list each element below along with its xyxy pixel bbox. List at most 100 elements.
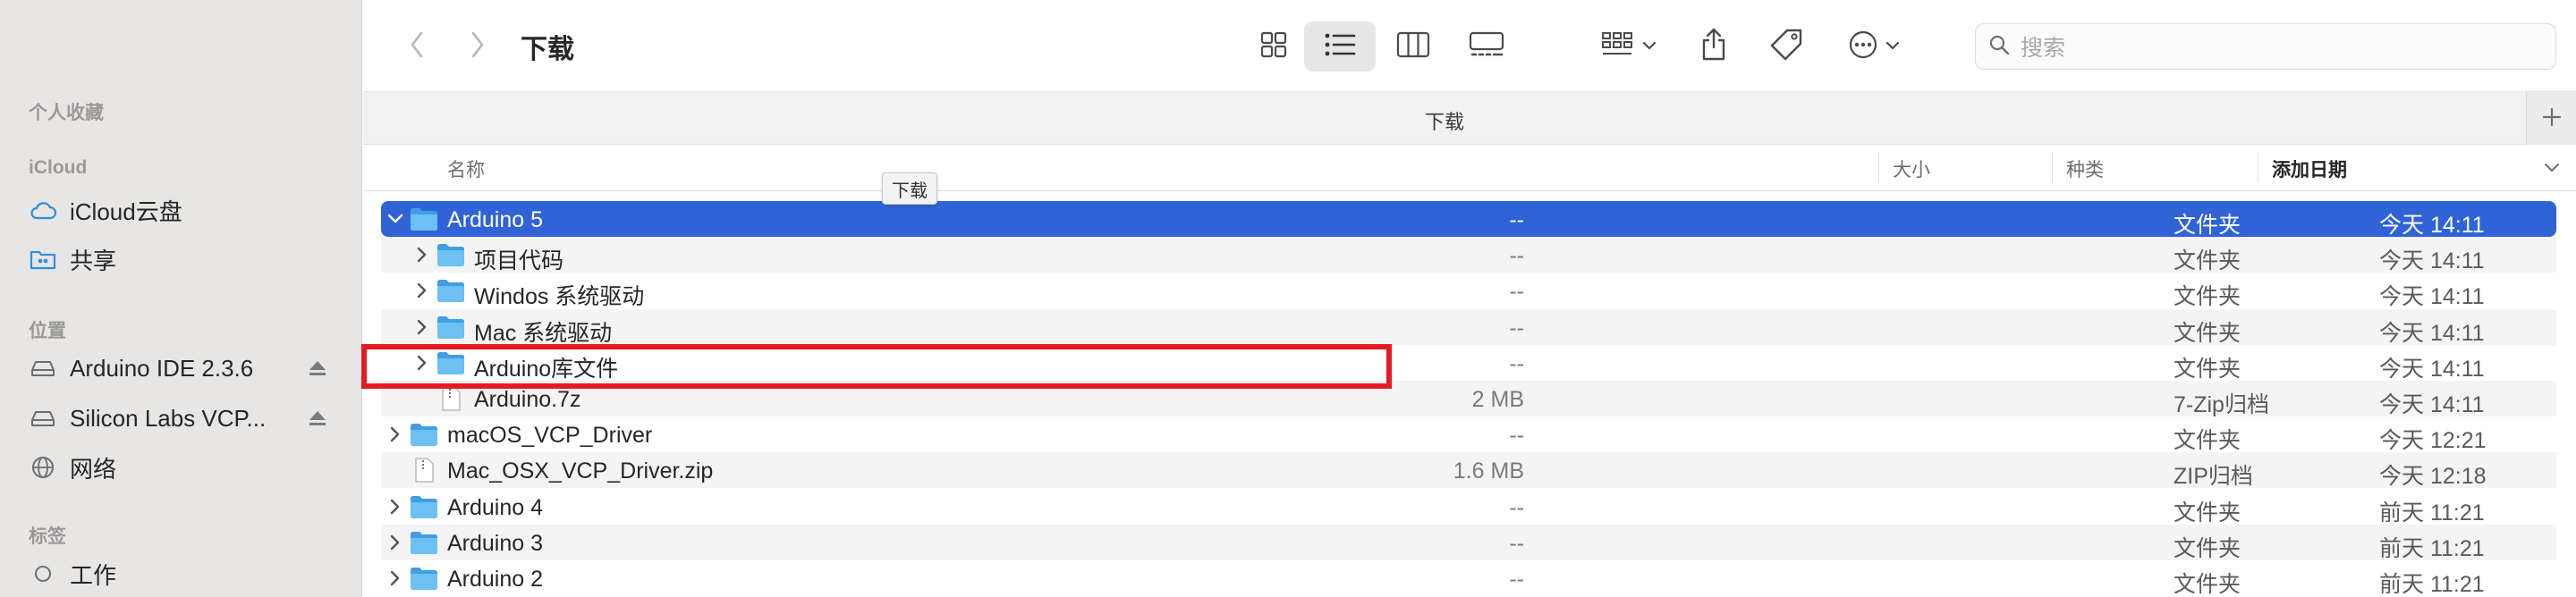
columns-icon <box>1396 31 1430 63</box>
tag-button[interactable] <box>1760 21 1812 71</box>
file-date-added: 今天 14:11 <box>2379 284 2485 309</box>
eject-icon[interactable] <box>306 406 329 431</box>
cloud-icon <box>27 194 59 226</box>
file-name: Arduino 5 <box>447 207 544 232</box>
disclosure-collapsed-icon[interactable] <box>411 280 433 301</box>
share-icon <box>1700 28 1727 66</box>
folder-icon <box>410 422 438 447</box>
sort-descending-icon[interactable] <box>2544 157 2560 179</box>
file-kind: 文件夹 <box>2174 572 2241 597</box>
file-date-added: 今天 14:11 <box>2379 357 2485 382</box>
column-divider[interactable] <box>2052 152 2053 182</box>
file-date-added: 今天 14:11 <box>2379 248 2485 273</box>
file-name: Mac 系统驱动 <box>474 321 613 346</box>
gallery-view-button[interactable] <box>1454 21 1519 71</box>
file-kind: 文件夹 <box>2174 321 2241 346</box>
chevron-left-icon <box>410 31 424 63</box>
more-actions-button[interactable] <box>1834 21 1914 71</box>
grid-icon <box>1259 30 1288 63</box>
file-size: 2 MB <box>1471 387 1524 412</box>
file-date-added: 今天 14:11 <box>2379 321 2485 346</box>
sidebar-item-tag-work[interactable]: 工作 <box>27 554 340 593</box>
column-divider[interactable] <box>1878 152 1879 182</box>
sidebar-item-shared[interactable]: 共享 <box>27 240 340 279</box>
file-row[interactable]: Arduino 3 -- 文件夹 前天 11:21 <box>381 525 2556 561</box>
file-row[interactable]: Arduino 4 -- 文件夹 前天 11:21 <box>381 489 2556 526</box>
disclosure-collapsed-icon[interactable] <box>385 532 406 553</box>
disclosure-collapsed-icon[interactable] <box>385 496 406 517</box>
disclosure-collapsed-icon[interactable] <box>411 244 433 265</box>
column-header-size[interactable]: 大小 <box>1893 156 1930 182</box>
chevron-down-icon <box>1642 38 1657 55</box>
back-button[interactable] <box>395 21 438 71</box>
file-date-added: 今天 14:11 <box>2379 392 2485 417</box>
column-header-date[interactable]: 添加日期 <box>2272 156 2347 182</box>
sidebar-item-icloud-drive[interactable]: iCloud云盘 <box>27 190 340 230</box>
sidebar-section-tags: 标签 <box>29 526 66 547</box>
file-kind: 文件夹 <box>2174 248 2241 273</box>
file-kind: 文件夹 <box>2174 536 2241 561</box>
drive-icon <box>27 352 59 384</box>
file-row[interactable]: Arduino 2 -- 文件夹 前天 11:21 <box>381 560 2556 597</box>
tag-icon <box>1769 28 1803 66</box>
column-view-button[interactable] <box>1383 21 1444 71</box>
group-by-button[interactable] <box>1590 21 1667 71</box>
tag-circle-icon <box>27 558 59 590</box>
sidebar-item-silicon-labs[interactable]: Silicon Labs VCP... <box>27 399 340 438</box>
column-header-name[interactable]: 名称 <box>447 156 485 182</box>
disclosure-collapsed-icon[interactable] <box>411 316 433 338</box>
file-name: Windos 系统驱动 <box>474 284 645 309</box>
folder-icon <box>436 315 465 340</box>
file-row[interactable]: Arduino 5 -- 文件夹 今天 14:11 <box>381 201 2556 238</box>
sidebar-section-locations: 位置 <box>29 321 66 341</box>
file-name: Arduino 2 <box>447 567 544 592</box>
sidebar-section-favorites: 个人收藏 <box>29 103 104 123</box>
sidebar-item-network[interactable]: 网络 <box>27 448 340 487</box>
disclosure-collapsed-icon[interactable] <box>385 424 406 445</box>
path-label[interactable]: 下载 <box>363 106 2526 135</box>
file-date-added: 前天 11:21 <box>2379 572 2485 597</box>
sidebar-item-label: 网络 <box>70 455 117 483</box>
chevron-down-icon <box>1885 38 1900 55</box>
toolbar: 下载 搜索 <box>363 0 2576 91</box>
folder-icon <box>410 566 438 591</box>
list-view-button[interactable] <box>1304 21 1376 71</box>
new-tab-button[interactable] <box>2526 92 2576 146</box>
forward-button[interactable] <box>456 21 499 71</box>
column-header-kind[interactable]: 种类 <box>2066 156 2104 182</box>
drive-icon <box>27 402 59 434</box>
file-row[interactable]: macOS_VCP_Driver -- 文件夹 今天 12:21 <box>381 416 2556 453</box>
file-row[interactable]: 项目代码 -- 文件夹 今天 14:11 <box>381 237 2556 273</box>
search-icon <box>1988 34 2010 60</box>
file-kind: 7-Zip归档 <box>2174 392 2269 417</box>
disclosure-expanded-icon[interactable] <box>385 208 406 230</box>
path-tooltip: 下载 <box>882 172 937 205</box>
sidebar-item-arduino-ide[interactable]: Arduino IDE 2.3.6 <box>27 349 340 388</box>
file-date-added: 今天 12:18 <box>2379 464 2487 489</box>
file-size: -- <box>1509 423 1524 448</box>
file-size: 1.6 MB <box>1453 458 1524 483</box>
file-size: -- <box>1509 279 1524 304</box>
eject-icon[interactable] <box>306 356 329 381</box>
search-field[interactable]: 搜索 <box>1975 23 2556 70</box>
icon-view-button[interactable] <box>1243 21 1304 71</box>
file-row[interactable]: Mac_OSX_VCP_Driver.zip 1.6 MB ZIP归档 今天 12:1… <box>381 452 2556 489</box>
group-grid-icon <box>1601 31 1635 63</box>
network-globe-icon <box>27 451 59 483</box>
annotation-highlight-box <box>361 344 1392 389</box>
file-name: macOS_VCP_Driver <box>447 423 653 448</box>
list-icon <box>1324 32 1356 62</box>
file-date-added: 今天 12:21 <box>2379 428 2487 453</box>
sidebar-item-label: 工作 <box>70 561 117 589</box>
sidebar-section-icloud: iCloud <box>29 157 88 178</box>
share-button[interactable] <box>1689 21 1739 71</box>
folder-icon <box>410 494 438 519</box>
disclosure-collapsed-icon[interactable] <box>385 568 406 589</box>
window-title: 下载 <box>521 35 574 64</box>
file-kind: 文件夹 <box>2174 213 2241 238</box>
file-kind: ZIP归档 <box>2174 464 2253 489</box>
file-row[interactable]: Windos 系统驱动 -- 文件夹 今天 14:11 <box>381 273 2556 309</box>
sidebar-item-label: iCloud云盘 <box>70 198 182 225</box>
file-kind: 文件夹 <box>2174 357 2241 382</box>
file-row[interactable]: Mac 系统驱动 -- 文件夹 今天 14:11 <box>381 309 2556 346</box>
